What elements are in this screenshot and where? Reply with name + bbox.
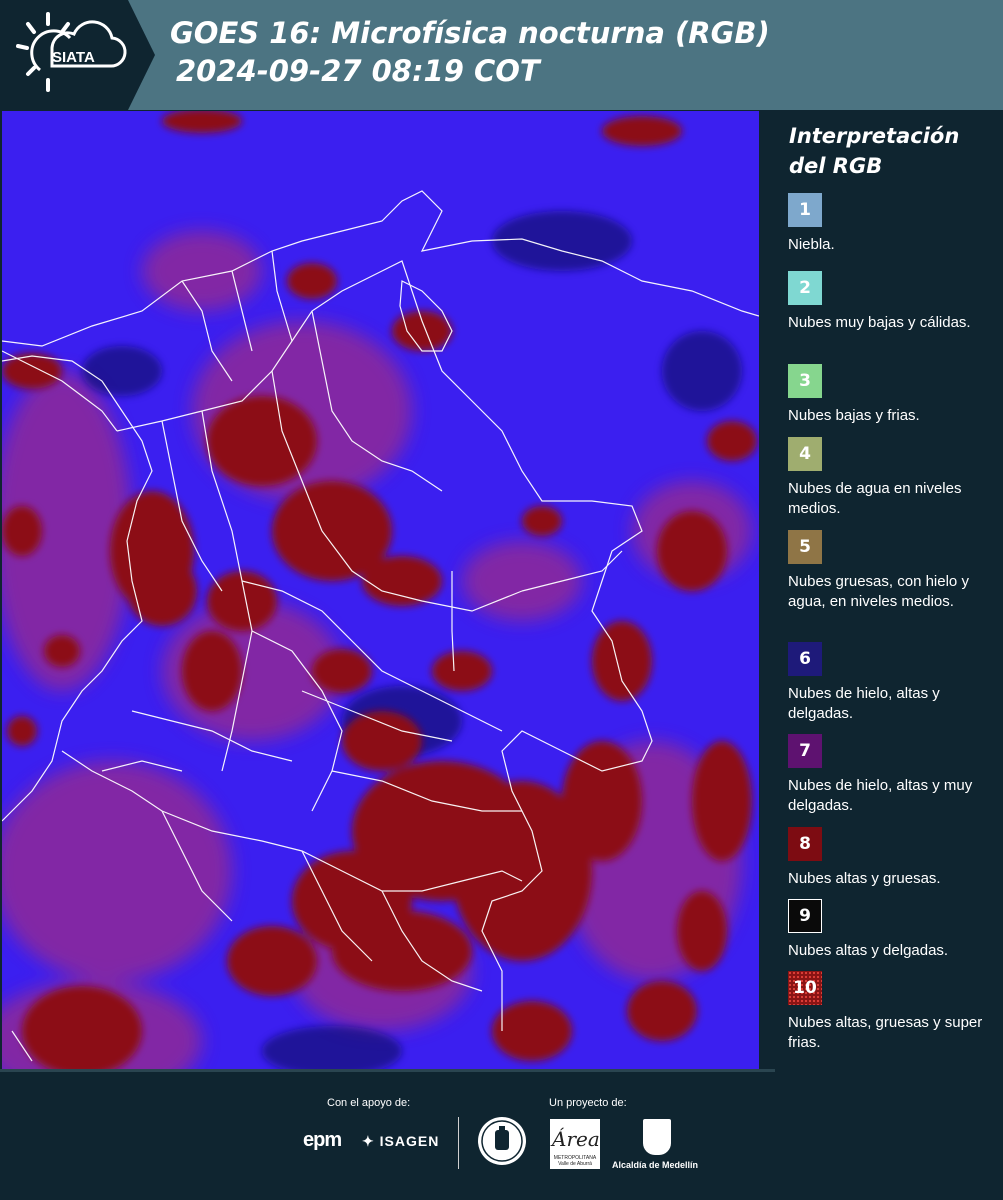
- isagen-star-icon: ✦: [362, 1133, 375, 1149]
- legend-label: Nubes altas, gruesas y super frias.: [788, 1014, 983, 1051]
- legend-swatch: 6: [788, 642, 822, 676]
- legend-item-10: 10 Nubes altas, gruesas y super frias.: [788, 971, 998, 1053]
- support-label: Con el apoyo de:: [327, 1097, 411, 1109]
- alcaldia-label: Alcaldía de Medellín: [612, 1160, 699, 1170]
- legend-swatch: 3: [788, 364, 822, 398]
- project-label: Un proyecto de:: [549, 1097, 627, 1109]
- legend-label: Nubes bajas y frias.: [788, 407, 920, 424]
- legend-label: Nubes altas y gruesas.: [788, 870, 941, 887]
- legend-item-4: 4 Nubes de agua en niveles medios.: [788, 437, 998, 519]
- legend-item-5: 5 Nubes gruesas, con hielo y agua, en ni…: [788, 530, 998, 612]
- legend-item-6: 6 Nubes de hielo, altas y delgadas.: [788, 642, 998, 724]
- legend-title: Interpretación del RGB: [789, 124, 960, 178]
- legend-item-2: 2 Nubes muy bajas y cálidas.: [788, 271, 998, 333]
- title-product: GOES 16: Microfísica nocturna (RGB): [170, 16, 770, 50]
- legend-item-8: 8 Nubes altas y gruesas.: [788, 827, 998, 889]
- legend-label: Nubes gruesas, con hielo y agua, en nive…: [788, 573, 969, 610]
- university-seal-icon[interactable]: [477, 1116, 527, 1166]
- isagen-logo[interactable]: ✦ ISAGEN: [362, 1133, 439, 1150]
- legend-swatch: 4: [788, 437, 822, 471]
- siata-logo[interactable]: SIATA: [0, 0, 155, 110]
- area-metropolitana-logo[interactable]: Área METROPOLITANA Valle de Aburrá: [550, 1119, 600, 1169]
- legend-swatch: 1: [788, 193, 822, 227]
- legend-label: Nubes de hielo, altas y delgadas.: [788, 685, 940, 722]
- title-datetime: 2024-09-27 08:19 COT: [176, 54, 540, 88]
- legend-swatch: 8: [788, 827, 822, 861]
- rgb-legend: Interpretación del RGB 1 Niebla. 2 Nubes…: [760, 111, 1003, 1069]
- legend-label: Nubes muy bajas y cálidas.: [788, 314, 971, 331]
- legend-item-1: 1 Niebla.: [788, 193, 998, 255]
- legend-label: Nubes de hielo, altas y muy delgadas.: [788, 777, 973, 814]
- legend-swatch: 7: [788, 734, 822, 768]
- legend-label: Niebla.: [788, 236, 835, 253]
- page-title: GOES 16: Microfísica nocturna (RGB) 2024…: [170, 14, 770, 90]
- satellite-map[interactable]: [2, 111, 759, 1069]
- logo-separator: [458, 1117, 459, 1169]
- legend-item-7: 7 Nubes de hielo, altas y muy delgadas.: [788, 734, 998, 816]
- siata-logo-icon: SIATA: [0, 0, 155, 110]
- rgb-satellite-image: [2, 111, 759, 1069]
- legend-item-9: 9 Nubes altas y delgadas.: [788, 899, 998, 961]
- alcaldia-shield-icon[interactable]: [643, 1119, 671, 1155]
- epm-logo[interactable]: epm: [303, 1129, 342, 1152]
- footer-divider: [0, 1069, 775, 1072]
- legend-label: Nubes altas y delgadas.: [788, 942, 949, 959]
- legend-swatch: 9: [788, 899, 822, 933]
- legend-swatch: 5: [788, 530, 822, 564]
- legend-swatch: 2: [788, 271, 822, 305]
- header-bar: SIATA GOES 16: Microfísica nocturna (RGB…: [0, 0, 1003, 110]
- legend-label: Nubes de agua en niveles medios.: [788, 480, 962, 517]
- footer: Con el apoyo de: Un proyecto de: epm ✦ I…: [0, 1069, 1003, 1200]
- legend-swatch: 10: [788, 971, 822, 1005]
- svg-text:SIATA: SIATA: [52, 49, 95, 66]
- legend-item-3: 3 Nubes bajas y frias.: [788, 364, 998, 426]
